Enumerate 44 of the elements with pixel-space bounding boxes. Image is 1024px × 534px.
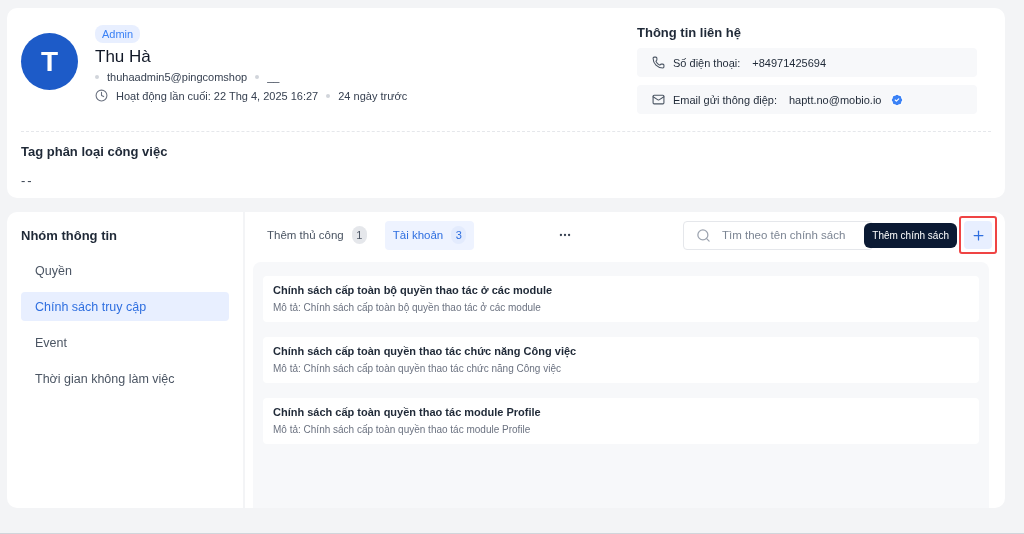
username: thuhaadmin5@pingcomshop	[107, 71, 248, 83]
contact-value: +84971425694	[752, 56, 826, 69]
tab[interactable]: Tài khoản 3	[384, 220, 475, 250]
phone-icon	[652, 56, 665, 69]
policy-description: Mô tả: Chính sách cấp toàn quyền thao tác module Profile	[273, 424, 532, 435]
contact-title: Thông tin liên hệ	[637, 25, 742, 40]
separator-dot	[95, 75, 99, 79]
avatar: T	[21, 33, 78, 90]
mail-icon	[652, 93, 665, 106]
tooltip: Thêm chính sách	[864, 222, 957, 248]
sidebar-item[interactable]: Thời gian không làm việc	[21, 364, 229, 393]
tab-count: 3	[451, 226, 467, 244]
separator-dot	[326, 93, 331, 98]
user-name: Thu Hà	[95, 47, 152, 67]
sidebar-item[interactable]: Chính sách truy cập	[21, 292, 229, 321]
policy-description: Mô tả: Chính sách cấp toàn quyền thao tác chức năng Công việc	[273, 363, 562, 374]
extra-value: __	[267, 71, 280, 83]
policy-card[interactable]: Chính sách cấp toàn bộ quyền thao tác ở các module Mô tả: Chính sách cấp toàn bộ quyền thao tác ở các module	[263, 276, 979, 322]
last-active: Hoạt động lần cuối: 22 Thg 4, 2025 16:27	[116, 89, 319, 102]
policy-card[interactable]: Chính sách cấp toàn quyền thao tác module Profile Mô tả: Chính sách cấp toàn quyền thao tác module Profile	[263, 398, 979, 444]
policy-card[interactable]: Chính sách cấp toàn quyền thao tác chức năng Công việc Mô tả: Chính sách cấp toàn quyền thao tác chức năng Công việc	[263, 337, 979, 383]
policy-title: Chính sách cấp toàn quyền thao tác chức năng Công việc	[273, 345, 578, 357]
tags-value: --	[21, 173, 35, 188]
sidebar-title: Nhóm thông tin	[21, 228, 119, 243]
policy-title: Chính sách cấp toàn quyền thao tác module Profile	[273, 406, 542, 418]
sidebar-item[interactable]: Event	[21, 328, 229, 357]
clock-icon	[95, 89, 108, 102]
policy-title: Chính sách cấp toàn bộ quyền thao tác ở các module	[273, 284, 554, 296]
separator-dot	[255, 75, 260, 79]
policy-description: Mô tả: Chính sách cấp toàn bộ quyền thao tác ở các module	[273, 302, 542, 313]
role-badge: Admin	[95, 25, 141, 43]
sidebar-item[interactable]: Quyền	[21, 256, 229, 285]
search-field[interactable]: Tìm theo tên chính sách	[683, 220, 873, 250]
contact-label: Số điện thoại:	[673, 56, 741, 69]
tab-count: 1	[351, 226, 367, 244]
tab-label: Thêm thủ công	[267, 229, 344, 241]
relative-time: 24 ngày trước	[338, 89, 408, 102]
contact-value: haptt.no@mobio.io	[789, 93, 882, 106]
tab-label: Tài khoản	[392, 229, 444, 241]
tab[interactable]: Thêm thủ công 1	[259, 220, 375, 250]
plus-icon	[970, 227, 986, 243]
search-icon	[696, 227, 711, 243]
tags-title: Tag phân loại công việc	[21, 144, 169, 159]
contact-label: Email gửi thông điệp:	[673, 93, 777, 106]
